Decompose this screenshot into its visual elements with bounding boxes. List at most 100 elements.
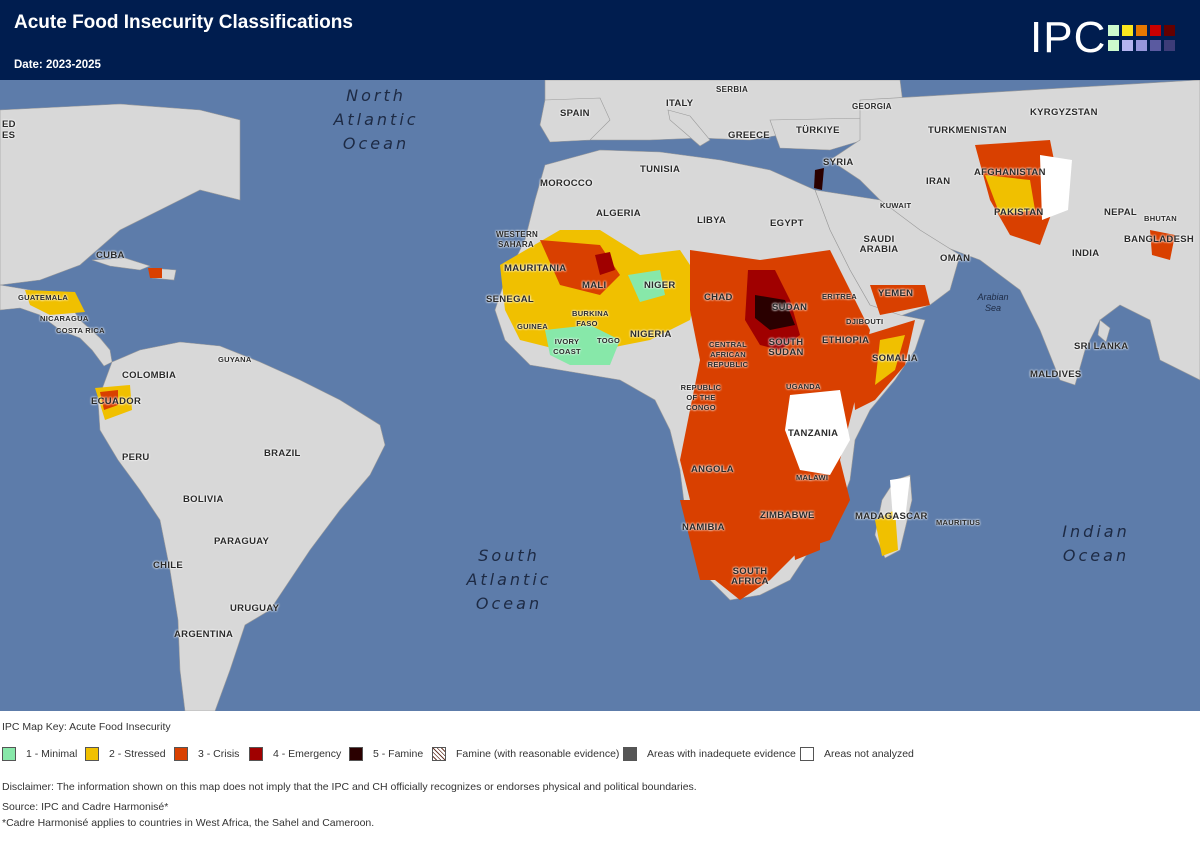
phase-stressed-syria [814,168,824,190]
country-label: INDIA [1072,248,1100,259]
country-label: EGYPT [770,218,804,229]
logo-cell [1122,40,1133,51]
logo-cell [1150,40,1161,51]
map-date: Date: 2023-2025 [14,59,101,71]
logo-cell [1136,25,1147,36]
country-label: CENTRAL AFRICAN REPUBLIC [707,340,749,369]
legend-swatch [800,747,814,761]
country-label: BHUTAN [1144,214,1177,223]
country-label: BOLIVIA [183,494,224,505]
ocean-line: North [346,86,406,105]
country-label: URUGUAY [230,603,280,614]
footnote: *Cadre Harmonisé applies to countries in… [2,817,375,829]
country-label: OMAN [940,253,971,264]
logo-cell [1108,40,1119,51]
country-label: CHAD [704,292,733,303]
ipc-logo-grid [1108,25,1180,55]
country-label: MALDIVES [1030,369,1082,380]
logo-cell [1136,40,1147,51]
country-label: ECUADOR [91,396,142,407]
legend-item-stressed: 2 - Stressed [85,745,166,763]
ocean-line: Atlantic [333,110,419,129]
country-label: PAKISTAN [994,207,1044,218]
ocean-line: South [478,546,540,565]
country-label: ANGOLA [691,464,734,475]
legend-swatch [85,747,99,761]
phase-unanalyzed-pakistan [1040,155,1072,220]
country-label: BURKINA FASO [572,309,609,328]
legend-item-famine-reasonable: Famine (with reasonable evidence) [432,745,619,763]
country-label: GUATEMALA [18,293,69,302]
legend-label: 3 - Crisis [198,748,240,760]
sri-lanka-landmass [1097,319,1111,343]
country-label: KUWAIT [880,201,912,210]
legend-item-emergency: 4 - Emergency [249,745,341,763]
legend: 1 - Minimal 2 - Stressed 3 - Crisis 4 - … [0,745,1200,763]
legend-swatch [349,747,363,761]
country-label: WESTERN SAHARA [496,230,539,249]
country-label: ERITREA [822,292,858,301]
ocean-line: Ocean [475,594,543,613]
country-label: YEMEN [878,288,914,299]
legend-swatch [2,747,16,761]
country-label: MOROCCO [540,178,593,189]
country-label: MAURITANIA [504,263,567,274]
country-label: MAURITIUS [936,518,981,527]
legend-item-minimal: 1 - Minimal [2,745,77,763]
country-label: SYRIA [823,157,854,168]
logo-cell [1108,25,1119,36]
country-label: REPUBLIC OF THE CONGO [680,383,722,412]
legend-item-crisis: 3 - Crisis [174,745,239,763]
country-label: ETHIOPIA [822,335,870,346]
legend-label: Areas not analyzed [824,748,914,760]
country-label: IRAN [926,176,951,187]
legend-swatch [432,747,446,761]
country-label: BANGLADESH [1124,234,1195,245]
country-label: GUYANA [218,355,252,364]
legend-item-famine: 5 - Famine [349,745,423,763]
country-label: NIGER [644,280,676,291]
country-label: DJIBOUTI [846,317,884,326]
country-label: ALGERIA [596,208,641,219]
world-map[interactable]: North Atlantic Ocean South Atlantic Ocea… [0,80,1200,711]
legend-swatch [174,747,188,761]
country-label: SOUTH SUDAN [768,337,804,358]
country-label: ED [2,119,16,130]
country-label: SERBIA [716,85,749,94]
country-label: CHILE [153,560,183,571]
country-label: PERU [122,452,150,463]
country-label: SPAIN [560,108,590,119]
country-label: SUDAN [772,302,808,313]
phase-crisis-haiti [148,268,162,278]
country-label: NIGERIA [630,329,672,340]
sea-line: Arabian [977,292,1009,302]
country-label: CUBA [96,250,125,261]
ocean-line: Ocean [1062,546,1130,565]
legend-swatch [249,747,263,761]
country-label: ITALY [666,98,694,109]
sea-label-arabian: Arabian Sea [968,292,1018,314]
country-label: TANZANIA [788,428,839,439]
country-label: COSTA RICA [56,326,105,335]
map-title: Acute Food Insecurity Classifications [14,12,353,33]
country-label: NEPAL [1104,207,1137,218]
country-label: COLOMBIA [122,370,177,381]
country-label: ZIMBABWE [760,510,815,521]
country-label: NAMIBIA [682,522,725,533]
legend-label: Areas with inadequete evidence [647,748,796,760]
legend-title: IPC Map Key: Acute Food Insecurity [2,721,171,733]
legend-label: 4 - Emergency [273,748,342,760]
country-label: GEORGIA [852,102,892,111]
ocean-line: Atlantic [466,570,552,589]
country-label: MADAGASCAR [855,511,928,522]
country-label: UGANDA [786,382,821,391]
logo-cell [1150,25,1161,36]
country-label: TÜRKIYE [796,125,840,136]
header-bar: Acute Food Insecurity Classifications Da… [0,0,1200,80]
legend-label: 5 - Famine [373,748,424,760]
country-label: MALAWI [796,473,829,482]
ocean-label-south-atlantic: South Atlantic Ocean [456,544,562,616]
disclaimer: Disclaimer: The information shown on thi… [2,781,697,793]
country-label: BRAZIL [264,448,301,459]
country-label: PARAGUAY [214,536,270,547]
